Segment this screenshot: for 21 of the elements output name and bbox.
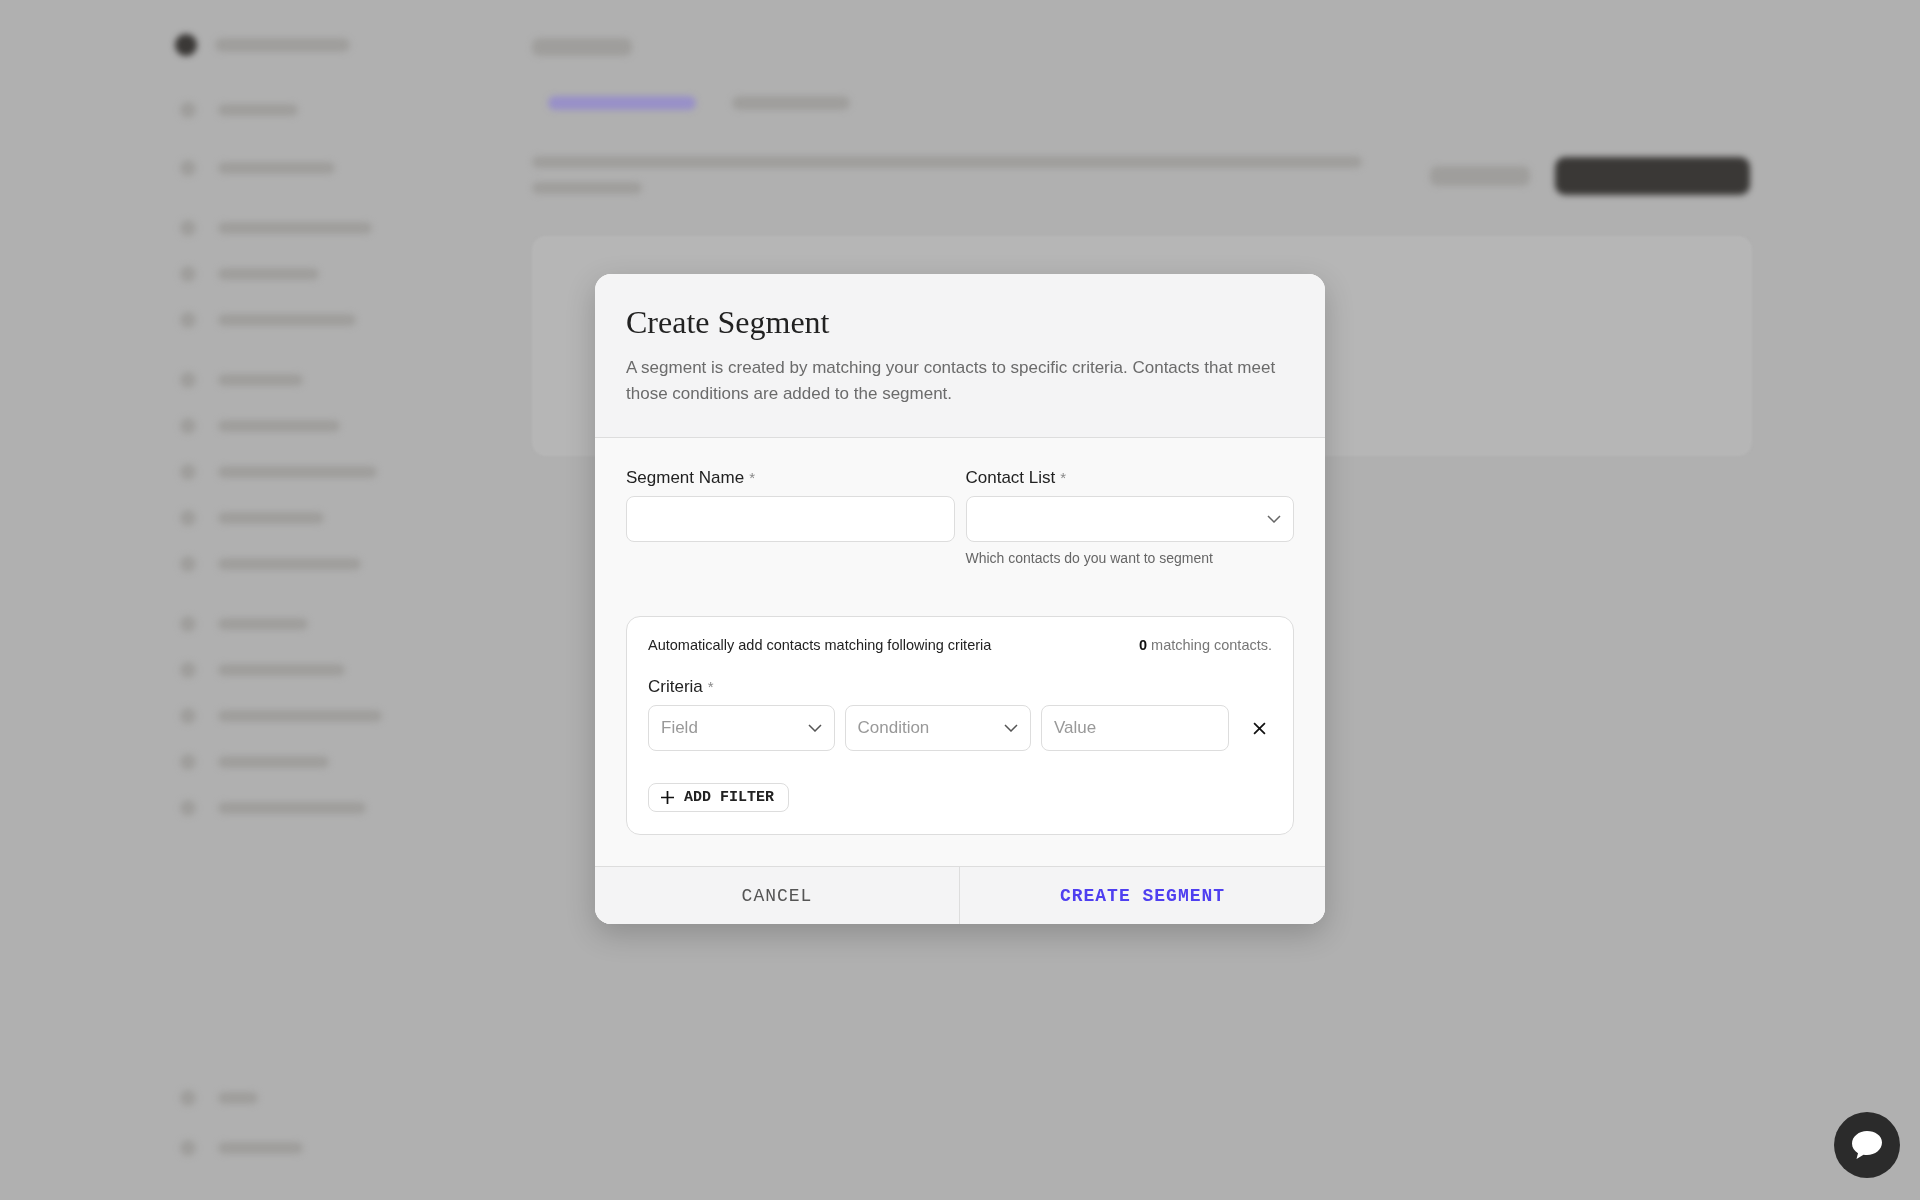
value-input[interactable]: Value xyxy=(1041,705,1229,751)
dialog-description: A segment is created by matching your contacts to specific criteria. Contacts that meet those conditions are added to the segment. xyxy=(626,357,1277,405)
required-mark: * xyxy=(707,678,714,695)
required-mark: * xyxy=(1060,469,1067,486)
add-filter-button[interactable]: ADD FILTER xyxy=(648,783,789,812)
field-label: Contact List xyxy=(965,468,1056,488)
criteria-label: Criteria xyxy=(648,677,703,697)
required-mark: * xyxy=(749,469,755,486)
chevron-down-icon xyxy=(807,724,822,732)
chat-bubble-icon xyxy=(1851,1130,1883,1160)
field-hint: Which contacts do you want to segment xyxy=(965,550,1214,566)
cancel-button[interactable]: CANCEL xyxy=(595,867,960,924)
matching-contacts-count: 0 matching contacts. xyxy=(1139,637,1272,653)
chevron-down-icon xyxy=(1267,515,1281,523)
criteria-intro: Automatically add contacts matching following criteria xyxy=(648,637,992,653)
chevron-down-icon xyxy=(1004,724,1018,732)
segment-name-input[interactable] xyxy=(626,496,955,542)
plus-icon xyxy=(661,791,674,804)
close-icon xyxy=(1253,721,1266,735)
field-label: Segment Name xyxy=(626,468,745,488)
dialog-title: Create Segment xyxy=(626,304,831,341)
